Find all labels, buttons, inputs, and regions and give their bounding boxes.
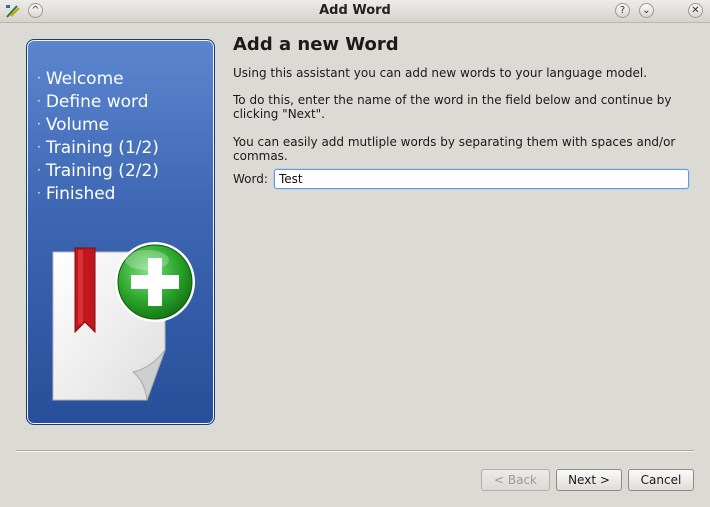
- step-bullet: ·: [37, 186, 41, 200]
- add-document-icon: [52, 242, 195, 401]
- step-define-word: · Define word: [37, 91, 159, 114]
- window-title: Add Word: [319, 3, 391, 18]
- step-bullet: ·: [37, 163, 41, 177]
- step-bullet: ·: [37, 140, 41, 154]
- step-bullet: ·: [37, 117, 41, 131]
- back-button[interactable]: < Back: [481, 469, 550, 491]
- page-heading: Add a new Word: [233, 34, 399, 55]
- step-label: Finished: [45, 184, 116, 204]
- hint-text: You can easily add mutliple words by sep…: [233, 135, 676, 163]
- step-bullet: ·: [37, 71, 41, 85]
- cancel-button[interactable]: Cancel: [628, 469, 694, 491]
- step-volume: · Volume: [37, 114, 159, 137]
- title-bar[interactable]: ^ Add Word ? ⌄ ✕: [0, 0, 710, 23]
- step-label: Volume: [45, 115, 110, 135]
- step-label: Training (1/2): [45, 138, 159, 158]
- next-button[interactable]: Next >: [556, 469, 622, 491]
- step-welcome: · Welcome: [37, 68, 159, 91]
- step-label: Define word: [45, 92, 149, 112]
- help-icon[interactable]: ?: [615, 3, 630, 18]
- step-label: Welcome: [45, 69, 124, 89]
- step-bullet: ·: [37, 94, 41, 108]
- step-label: Training (2/2): [45, 161, 159, 181]
- word-label: Word:: [233, 172, 268, 186]
- close-icon[interactable]: ✕: [688, 3, 703, 18]
- step-finished: · Finished: [37, 183, 159, 206]
- intro-text: Using this assistant you can add new wor…: [233, 66, 648, 80]
- separator: [16, 450, 694, 452]
- wizard-side-panel: · Welcome · Define word · Volume · Training …: [26, 39, 215, 425]
- wizard-steps-list: · Welcome · Define word · Volume · Training …: [37, 68, 159, 206]
- step-training-1: · Training (1/2): [37, 137, 159, 160]
- word-input[interactable]: [274, 169, 689, 189]
- step-training-2: · Training (2/2): [37, 160, 159, 183]
- shade-icon[interactable]: ⌄: [639, 3, 654, 18]
- instructions-text: To do this, enter the name of the word i…: [233, 93, 672, 121]
